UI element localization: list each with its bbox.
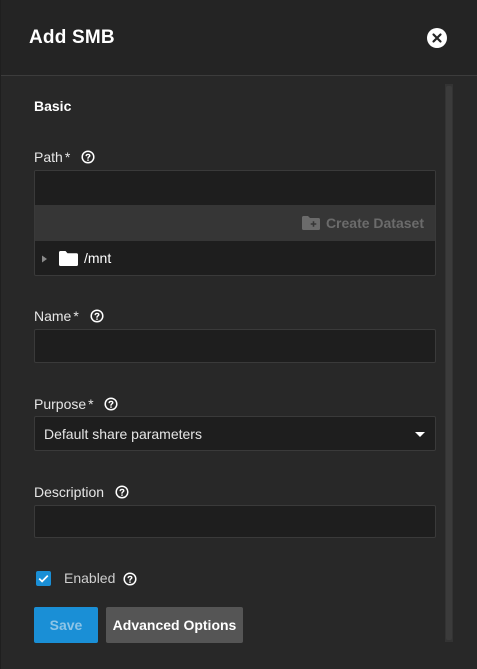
description-input[interactable] (34, 505, 436, 538)
add-smb-panel: Add SMB Basic Path * Create Dataset /mnt… (0, 0, 477, 669)
path-input[interactable] (35, 171, 435, 204)
help-icon[interactable] (81, 150, 95, 164)
folder-icon (59, 251, 78, 266)
create-dataset-button[interactable]: Create Dataset (301, 215, 424, 231)
caret-right-icon[interactable] (41, 255, 48, 263)
panel-title: Add SMB (29, 27, 115, 48)
folder-plus-icon (301, 216, 320, 230)
tree-node-mnt[interactable]: /mnt (35, 241, 435, 275)
purpose-label: Purpose * (34, 396, 94, 412)
help-icon[interactable] (90, 309, 104, 323)
help-icon[interactable] (123, 572, 137, 586)
help-icon[interactable] (115, 485, 129, 499)
save-button[interactable]: Save (34, 607, 98, 643)
checkmark-icon (38, 575, 49, 583)
scrollbar-thumb[interactable] (446, 86, 452, 640)
purpose-select[interactable]: Default share parameters (34, 416, 436, 451)
description-label: Description (34, 484, 105, 500)
dropdown-arrow-icon (415, 432, 425, 437)
close-button[interactable] (427, 28, 447, 48)
path-explorer: Create Dataset /mnt (34, 170, 436, 276)
close-icon (432, 33, 442, 43)
name-input[interactable] (34, 329, 436, 363)
tree-node-label: /mnt (84, 250, 112, 266)
path-toolbar: Create Dataset (35, 205, 435, 241)
purpose-selected-value: Default share parameters (44, 426, 202, 442)
advanced-options-button[interactable]: Advanced Options (106, 607, 243, 643)
enabled-checkbox[interactable] (36, 571, 51, 586)
section-title-basic: Basic (34, 98, 72, 114)
panel-header: Add SMB (1, 0, 477, 76)
name-label: Name * (34, 308, 79, 324)
help-icon[interactable] (104, 397, 118, 411)
enabled-label: Enabled (64, 570, 116, 586)
path-label: Path * (34, 149, 71, 165)
